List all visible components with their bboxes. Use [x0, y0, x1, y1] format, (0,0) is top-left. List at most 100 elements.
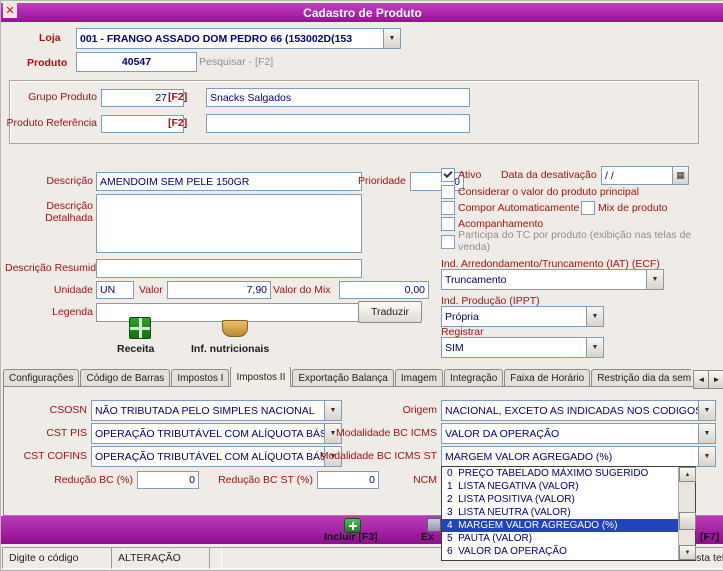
reducao-bc-field[interactable]: 0: [137, 471, 199, 489]
referencia-f2-label: [F2]: [168, 117, 188, 129]
calendar-icon: ▦: [676, 170, 685, 180]
compor-automaticamente-checkbox[interactable]: [441, 201, 455, 215]
tab-integracao[interactable]: Integração: [444, 369, 504, 387]
descricao-resumida-field[interactable]: [96, 259, 362, 278]
dropdown-item[interactable]: 0 PREÇO TABELADO MÁXIMO SUGERIDO: [442, 467, 679, 480]
data-desativacao-label: Data da desativação: [501, 169, 597, 181]
modalidade-bc-icms-label: Modalidade BC ICMS: [336, 427, 437, 439]
produto-referencia-descricao-field[interactable]: [206, 114, 470, 133]
inf-nutricionais-label[interactable]: Inf. nutricionais: [191, 343, 269, 355]
csosn-select[interactable]: NÃO TRIBUTADA PELO SIMPLES NACIONAL ▼: [91, 400, 342, 421]
origem-dropdown-button[interactable]: ▼: [698, 401, 715, 420]
chevron-down-icon: ▼: [703, 430, 711, 437]
iat-select-value: Truncamento: [445, 273, 507, 286]
legenda-label: Legenda: [52, 306, 93, 318]
descricao-detalhada-label: Descrição Detalhada: [45, 200, 93, 224]
cst-cofins-select[interactable]: OPERAÇÃO TRIBUTÁVEL COM ALÍQUOTA BÁSICA …: [91, 446, 342, 467]
mix-de-produto-label[interactable]: Mix de produto: [598, 202, 667, 214]
tab-exportacao-balanca[interactable]: Exportação Balança: [292, 369, 394, 387]
grupo-produto-descricao-field[interactable]: Snacks Salgados: [206, 88, 470, 107]
traduzir-button[interactable]: Traduzir: [358, 301, 422, 323]
dropdown-item[interactable]: 6 VALOR DA OPERAÇÃO: [442, 545, 679, 558]
loja-select-value: 001 - FRANGO ASSADO DOM PEDRO 66 (153002…: [80, 32, 353, 45]
status-mode: ALTERAÇÃO: [111, 547, 222, 569]
valor-field[interactable]: 7,90: [167, 281, 271, 299]
tab-restricao-dia-da-semana[interactable]: Restrição dia da semana: [591, 369, 691, 387]
participa-tc-checkbox[interactable]: [441, 235, 455, 249]
iat-dropdown-button[interactable]: ▼: [646, 270, 663, 289]
descricao-label: Descrição: [46, 175, 93, 187]
inf-nutricionais-icon[interactable]: [222, 320, 248, 337]
loja-select[interactable]: 001 - FRANGO ASSADO DOM PEDRO 66 (153002…: [76, 28, 401, 49]
receita-icon[interactable]: [129, 317, 151, 339]
compor-automaticamente-label[interactable]: Compor Automaticamente: [458, 202, 579, 214]
considerar-label[interactable]: Considerar o valor do produto principal: [458, 186, 639, 198]
tab-strip: Configurações Código de Barras Impostos …: [3, 367, 691, 387]
tab-configuracoes[interactable]: Configurações: [3, 369, 80, 387]
descricao-field[interactable]: AMENDOIM SEM PELE 150GR: [96, 172, 362, 191]
cst-cofins-select-value: OPERAÇÃO TRIBUTÁVEL COM ALÍQUOTA BÁSICA: [95, 450, 342, 463]
status-message: Digite o código: [2, 547, 124, 569]
ativo-label[interactable]: Ativo: [458, 169, 481, 181]
considerar-checkbox[interactable]: [441, 185, 455, 199]
modalidade-bc-icms-dropdown-button[interactable]: ▼: [698, 424, 715, 443]
dropdown-item[interactable]: 3 LISTA NEUTRA (VALOR): [442, 506, 679, 519]
reducao-bc-label: Redução BC (%): [54, 474, 133, 486]
excluir-icon[interactable]: [427, 518, 441, 532]
registrar-select[interactable]: SIM ▼: [441, 337, 604, 358]
modalidade-bc-icms-select[interactable]: VALOR DA OPERAÇÃO ▼: [441, 423, 716, 444]
ippt-select[interactable]: Própria ▼: [441, 306, 604, 327]
acompanhamento-checkbox[interactable]: [441, 217, 455, 231]
dropdown-item[interactable]: 1 LISTA NEGATIVA (VALOR): [442, 480, 679, 493]
data-desativacao-value: / /: [605, 169, 614, 182]
modalidade-bc-icms-st-dropdown-list: 0 PREÇO TABELADO MÁXIMO SUGERIDO 1 LISTA…: [441, 466, 696, 561]
tab-impostos-i[interactable]: Impostos I: [171, 369, 230, 387]
chevron-down-icon: ▼: [388, 35, 396, 42]
receita-label[interactable]: Receita: [117, 343, 154, 355]
prioridade-label: Prioridade: [358, 175, 406, 187]
cst-cofins-label: CST COFINS: [23, 450, 87, 462]
excluir-button-partial[interactable]: Ex: [421, 531, 434, 543]
scroll-up-button[interactable]: ▲: [679, 467, 696, 482]
modalidade-bc-icms-st-select[interactable]: MARGEM VALOR AGREGADO (%) ▼: [441, 446, 716, 467]
dropdown-item[interactable]: 5 PAUTA (VALOR): [442, 532, 679, 545]
tab-scroll-right-button[interactable]: ►: [708, 370, 723, 389]
chevron-down-icon: ▼: [651, 276, 659, 283]
close-icon: ✕: [5, 5, 15, 17]
unidade-label: Unidade: [53, 284, 93, 296]
scroll-down-button[interactable]: ▼: [679, 545, 696, 560]
loja-dropdown-button[interactable]: ▼: [383, 29, 400, 48]
mix-de-produto-checkbox[interactable]: [581, 201, 595, 215]
ippt-dropdown-button[interactable]: ▼: [586, 307, 603, 326]
close-button[interactable]: ✕: [3, 3, 17, 18]
origem-select[interactable]: NACIONAL, EXCETO AS INDICADAS NOS CODIGO…: [441, 400, 716, 421]
valor-do-mix-field[interactable]: 0,00: [339, 281, 429, 299]
chevron-down-icon: ▼: [591, 313, 599, 320]
scrollbar-thumb[interactable]: [679, 512, 696, 530]
unidade-field[interactable]: UN: [96, 281, 134, 299]
ativo-checkbox[interactable]: [441, 168, 455, 182]
calendar-button[interactable]: ▦: [672, 167, 688, 184]
cst-pis-select[interactable]: OPERAÇÃO TRIBUTÁVEL COM ALÍQUOTA BÁSICA …: [91, 423, 342, 444]
registrar-dropdown-button[interactable]: ▼: [586, 338, 603, 357]
tab-imagem[interactable]: Imagem: [394, 369, 443, 387]
window-title: Cadastro de Produto: [303, 5, 422, 20]
f7-button-partial[interactable]: [F7]: [700, 531, 719, 543]
iat-select[interactable]: Truncamento ▼: [441, 269, 664, 290]
reducao-bc-st-label: Redução BC ST (%): [218, 474, 313, 486]
dropdown-item[interactable]: 4 MARGEM VALOR AGREGADO (%): [442, 519, 679, 532]
participa-tc-label: Participa do TC por produto (exibição na…: [458, 229, 692, 253]
data-desativacao-field[interactable]: / / ▦: [601, 166, 689, 185]
produto-codigo-field[interactable]: 40547: [76, 52, 197, 72]
incluir-button[interactable]: Incluir [F3]: [324, 531, 378, 543]
descricao-detalhada-field[interactable]: [96, 194, 362, 253]
modalidade-bc-icms-st-dropdown-button[interactable]: ▼: [698, 447, 715, 466]
modalidade-bc-icms-st-label: Modalidade BC ICMS ST: [319, 450, 437, 462]
tab-impostos-ii[interactable]: Impostos II: [230, 367, 292, 387]
tab-codigo-de-barras[interactable]: Código de Barras: [80, 369, 171, 387]
prioridade-field[interactable]: 0: [410, 172, 464, 191]
dropdown-item[interactable]: 2 LISTA POSITIVA (VALOR): [442, 493, 679, 506]
dropdown-scrollbar[interactable]: ▲ ▼: [678, 467, 696, 560]
tab-faixa-de-horario[interactable]: Faixa de Horário: [504, 369, 591, 387]
valor-do-mix-label: Valor do Mix: [273, 284, 331, 296]
